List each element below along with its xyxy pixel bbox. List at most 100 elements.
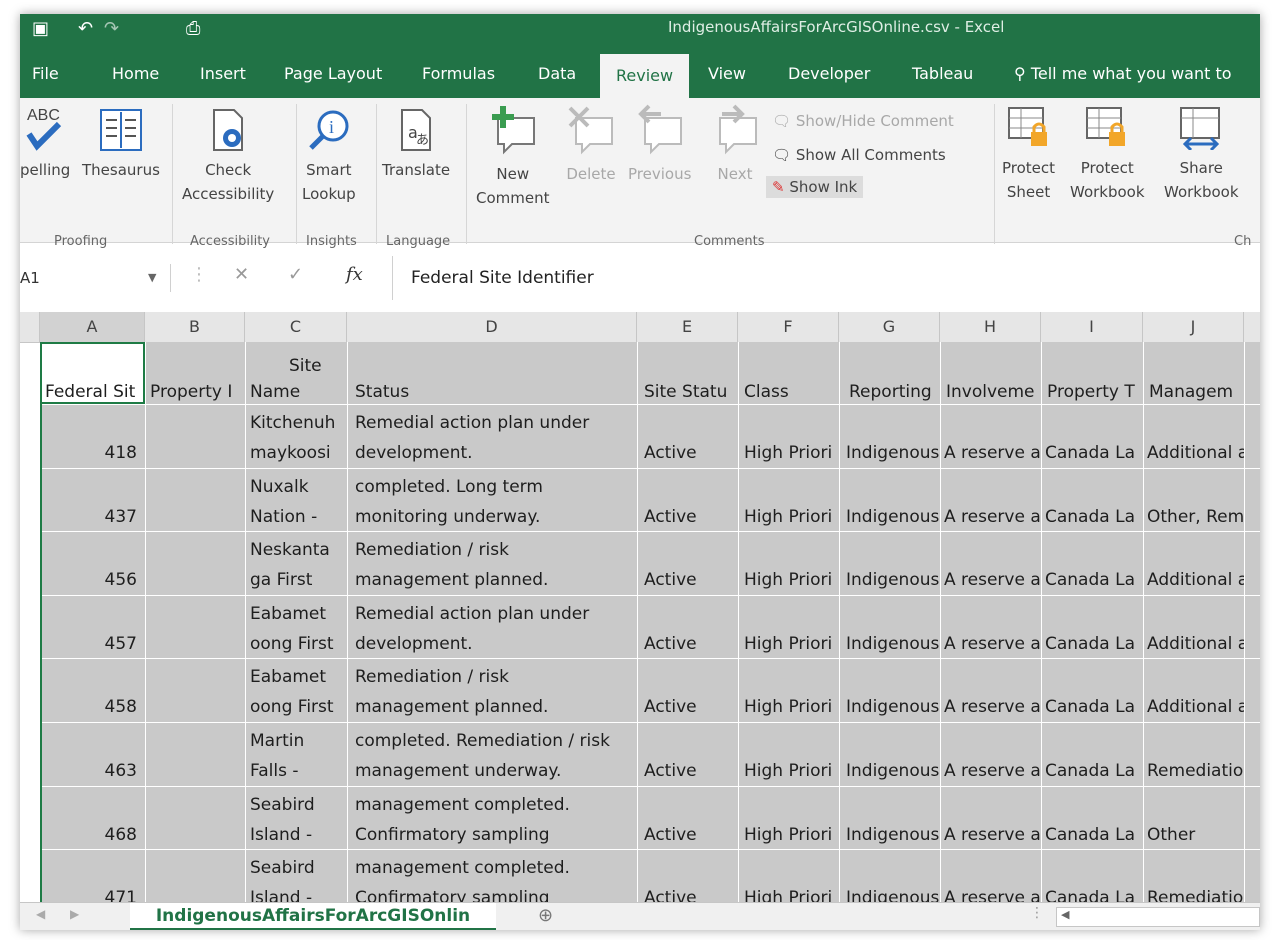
cancel-icon[interactable]: ✕ — [234, 264, 249, 285]
column-header-b[interactable]: B — [145, 312, 245, 342]
cell-c-line2: maykoosi — [250, 443, 331, 463]
enter-icon[interactable]: ✓ — [288, 264, 303, 285]
show-ink-label: Show Ink — [789, 178, 858, 196]
selection-edge — [40, 342, 42, 902]
cell-e: Active — [644, 633, 697, 654]
separator — [296, 104, 297, 244]
column-header-f[interactable]: F — [738, 312, 839, 342]
cell-d-line1: Remedial action plan under — [355, 603, 590, 624]
grid-line — [1143, 342, 1144, 902]
cell-c-line2: Nation - — [250, 506, 318, 527]
select-all-button[interactable] — [20, 312, 40, 342]
cell-d-line1: management completed. — [355, 794, 570, 815]
cell-c-line1: Seabird — [250, 858, 315, 879]
formula-input[interactable]: Federal Site Identifier — [392, 256, 1260, 300]
column-header-d[interactable]: D — [347, 312, 637, 342]
share-workbook-button[interactable]: Share Workbook — [1164, 106, 1239, 204]
cell-g: Indigenous — [846, 888, 940, 902]
drag-handle-icon[interactable]: ⋮ — [190, 264, 208, 285]
cell-j: Additional a — [1147, 570, 1244, 591]
previous-comment-button[interactable]: Previous — [628, 104, 691, 186]
cell-e: Active — [644, 824, 697, 845]
cell-e: Active — [644, 697, 697, 718]
tab-data[interactable]: Data — [538, 64, 576, 83]
undo-icon[interactable]: ↶ — [78, 18, 93, 39]
grid-line — [40, 658, 1260, 660]
redo-icon[interactable]: ↷ — [104, 18, 119, 39]
column-header-i[interactable]: I — [1041, 312, 1143, 342]
tab-formulas[interactable]: Formulas — [422, 64, 495, 83]
check-accessibility-button[interactable]: Check Accessibility — [182, 108, 274, 206]
add-sheet-icon[interactable]: ⊕ — [538, 905, 553, 926]
smart-lookup-button[interactable]: i Smart Lookup — [302, 108, 356, 206]
new-comment-button[interactable]: New Comment — [476, 104, 550, 210]
cell-g: Indigenous — [846, 697, 940, 718]
horizontal-scrollbar[interactable]: ◀ — [1056, 907, 1260, 927]
protect-workbook-button[interactable]: Protect Workbook — [1070, 106, 1145, 204]
next-comment-button[interactable]: Next — [710, 104, 760, 186]
tab-page-layout[interactable]: Page Layout — [284, 64, 382, 83]
next-comment-label: Next — [717, 165, 753, 183]
cell-c-line2: ga First — [250, 570, 313, 591]
tab-tableau[interactable]: Tableau — [912, 64, 973, 83]
cell-i: Canada La — [1045, 443, 1135, 463]
insert-function-icon[interactable]: fx — [346, 264, 363, 285]
protect-workbook-label-2: Workbook — [1070, 183, 1145, 201]
column-header-j[interactable]: J — [1143, 312, 1244, 342]
cell-g: Indigenous — [846, 570, 940, 591]
thesaurus-label: Thesaurus — [82, 161, 160, 179]
scroll-left-arrow-icon[interactable]: ◀ — [1061, 908, 1069, 921]
show-ink-button[interactable]: ✎ Show Ink — [766, 176, 864, 198]
cell-e: Active — [644, 888, 697, 902]
scroll-right-icon[interactable]: ▶ — [70, 907, 79, 921]
cell-h: A reserve a — [944, 888, 1041, 902]
protect-sheet-button[interactable]: Protect Sheet — [1002, 106, 1055, 204]
separator — [994, 104, 995, 244]
column-header-a[interactable]: A — [40, 312, 145, 342]
ink-icon: ✎ — [772, 178, 785, 196]
grid-line — [839, 342, 840, 902]
cell-a: 458 — [104, 697, 137, 718]
cell-d-line2: management planned. — [355, 570, 549, 591]
cell-c-line1: Nuxalk — [250, 476, 309, 497]
tab-home[interactable]: Home — [112, 64, 159, 83]
delete-comment-button[interactable]: Delete — [566, 104, 616, 186]
tab-file[interactable]: File — [32, 64, 59, 83]
print-icon[interactable]: ⎙ — [186, 18, 200, 39]
save-icon[interactable]: ▣ — [32, 18, 49, 39]
protect-sheet-icon — [1007, 107, 1047, 146]
protect-sheet-label-1: Protect — [1002, 159, 1056, 177]
tell-me-box[interactable]: ⚲ Tell me what you want to — [1014, 64, 1232, 83]
name-box[interactable]: A1 ▼ — [20, 264, 171, 292]
cell-j: Remediation — [1147, 761, 1244, 781]
next-comment-icon — [719, 104, 757, 155]
comment-icon: 🗨 — [772, 146, 792, 164]
tab-insert[interactable]: Insert — [200, 64, 246, 83]
tab-review[interactable]: Review — [600, 54, 690, 98]
cell-d-line2: management planned. — [355, 697, 549, 718]
sheet-tab-bar: ◀ ▶ IndigenousAffairsForArcGISOnlin ⊕ ⋮ … — [20, 902, 1260, 930]
column-header-g[interactable]: G — [839, 312, 940, 342]
translate-button[interactable]: a あ Translate — [382, 108, 450, 182]
tab-view[interactable]: View — [708, 64, 746, 83]
cell-g: Indigenous — [846, 761, 940, 781]
column-header-h[interactable]: H — [940, 312, 1041, 342]
column-header-e[interactable]: E — [637, 312, 738, 342]
cell-a: 463 — [104, 761, 137, 781]
column-header-c[interactable]: C — [245, 312, 347, 342]
cell-f: High Priori — [744, 570, 833, 591]
chevron-down-icon[interactable]: ▼ — [148, 264, 156, 292]
show-all-comments-button[interactable]: 🗨 Show All Comments — [772, 146, 946, 164]
sheet-tab-active[interactable]: IndigenousAffairsForArcGISOnlin — [130, 903, 496, 930]
group-language: Language — [386, 234, 451, 249]
protect-workbook-icon — [1086, 107, 1126, 146]
cell-grid[interactable]: Site Federal Sit Property I Name Status … — [40, 342, 1260, 902]
show-hide-comment-button[interactable]: 🗨 Show/Hide Comment — [772, 112, 954, 130]
spelling-button[interactable]: ABC pelling — [20, 104, 70, 182]
grid-line — [1041, 342, 1042, 902]
comment-icon: 🗨 — [772, 112, 792, 130]
split-handle-icon[interactable]: ⋮ — [1030, 905, 1044, 921]
thesaurus-button[interactable]: Thesaurus — [82, 108, 160, 182]
scroll-left-icon[interactable]: ◀ — [36, 907, 45, 921]
tab-developer[interactable]: Developer — [788, 64, 870, 83]
